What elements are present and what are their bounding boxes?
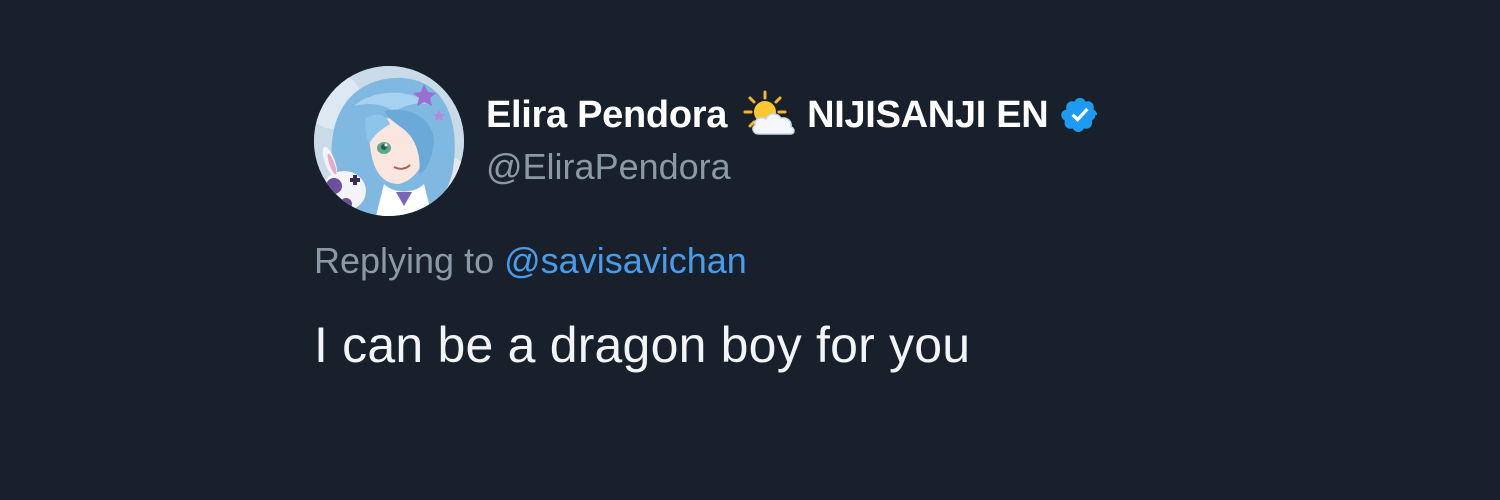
reply-context: Replying to @savisavichan	[314, 240, 747, 282]
avatar-image	[314, 66, 464, 216]
author-header: Elira Pendora NIJISANJI EN	[486, 90, 1100, 140]
verified-badge-icon	[1060, 95, 1100, 135]
sun-behind-cloud-icon	[741, 90, 797, 140]
tweet-text: I can be a dragon boy for you	[314, 317, 971, 373]
author-handle[interactable]: @EliraPendora	[486, 146, 731, 188]
avatar[interactable]	[314, 66, 464, 216]
tweet-card: Elira Pendora NIJISANJI EN @EliraPendora…	[0, 0, 1500, 500]
display-name[interactable]: Elira Pendora	[486, 94, 727, 137]
reply-prefix: Replying to	[314, 240, 495, 281]
display-name-affiliation[interactable]: NIJISANJI EN	[807, 94, 1049, 137]
reply-mention-link[interactable]: @savisavichan	[504, 240, 747, 281]
